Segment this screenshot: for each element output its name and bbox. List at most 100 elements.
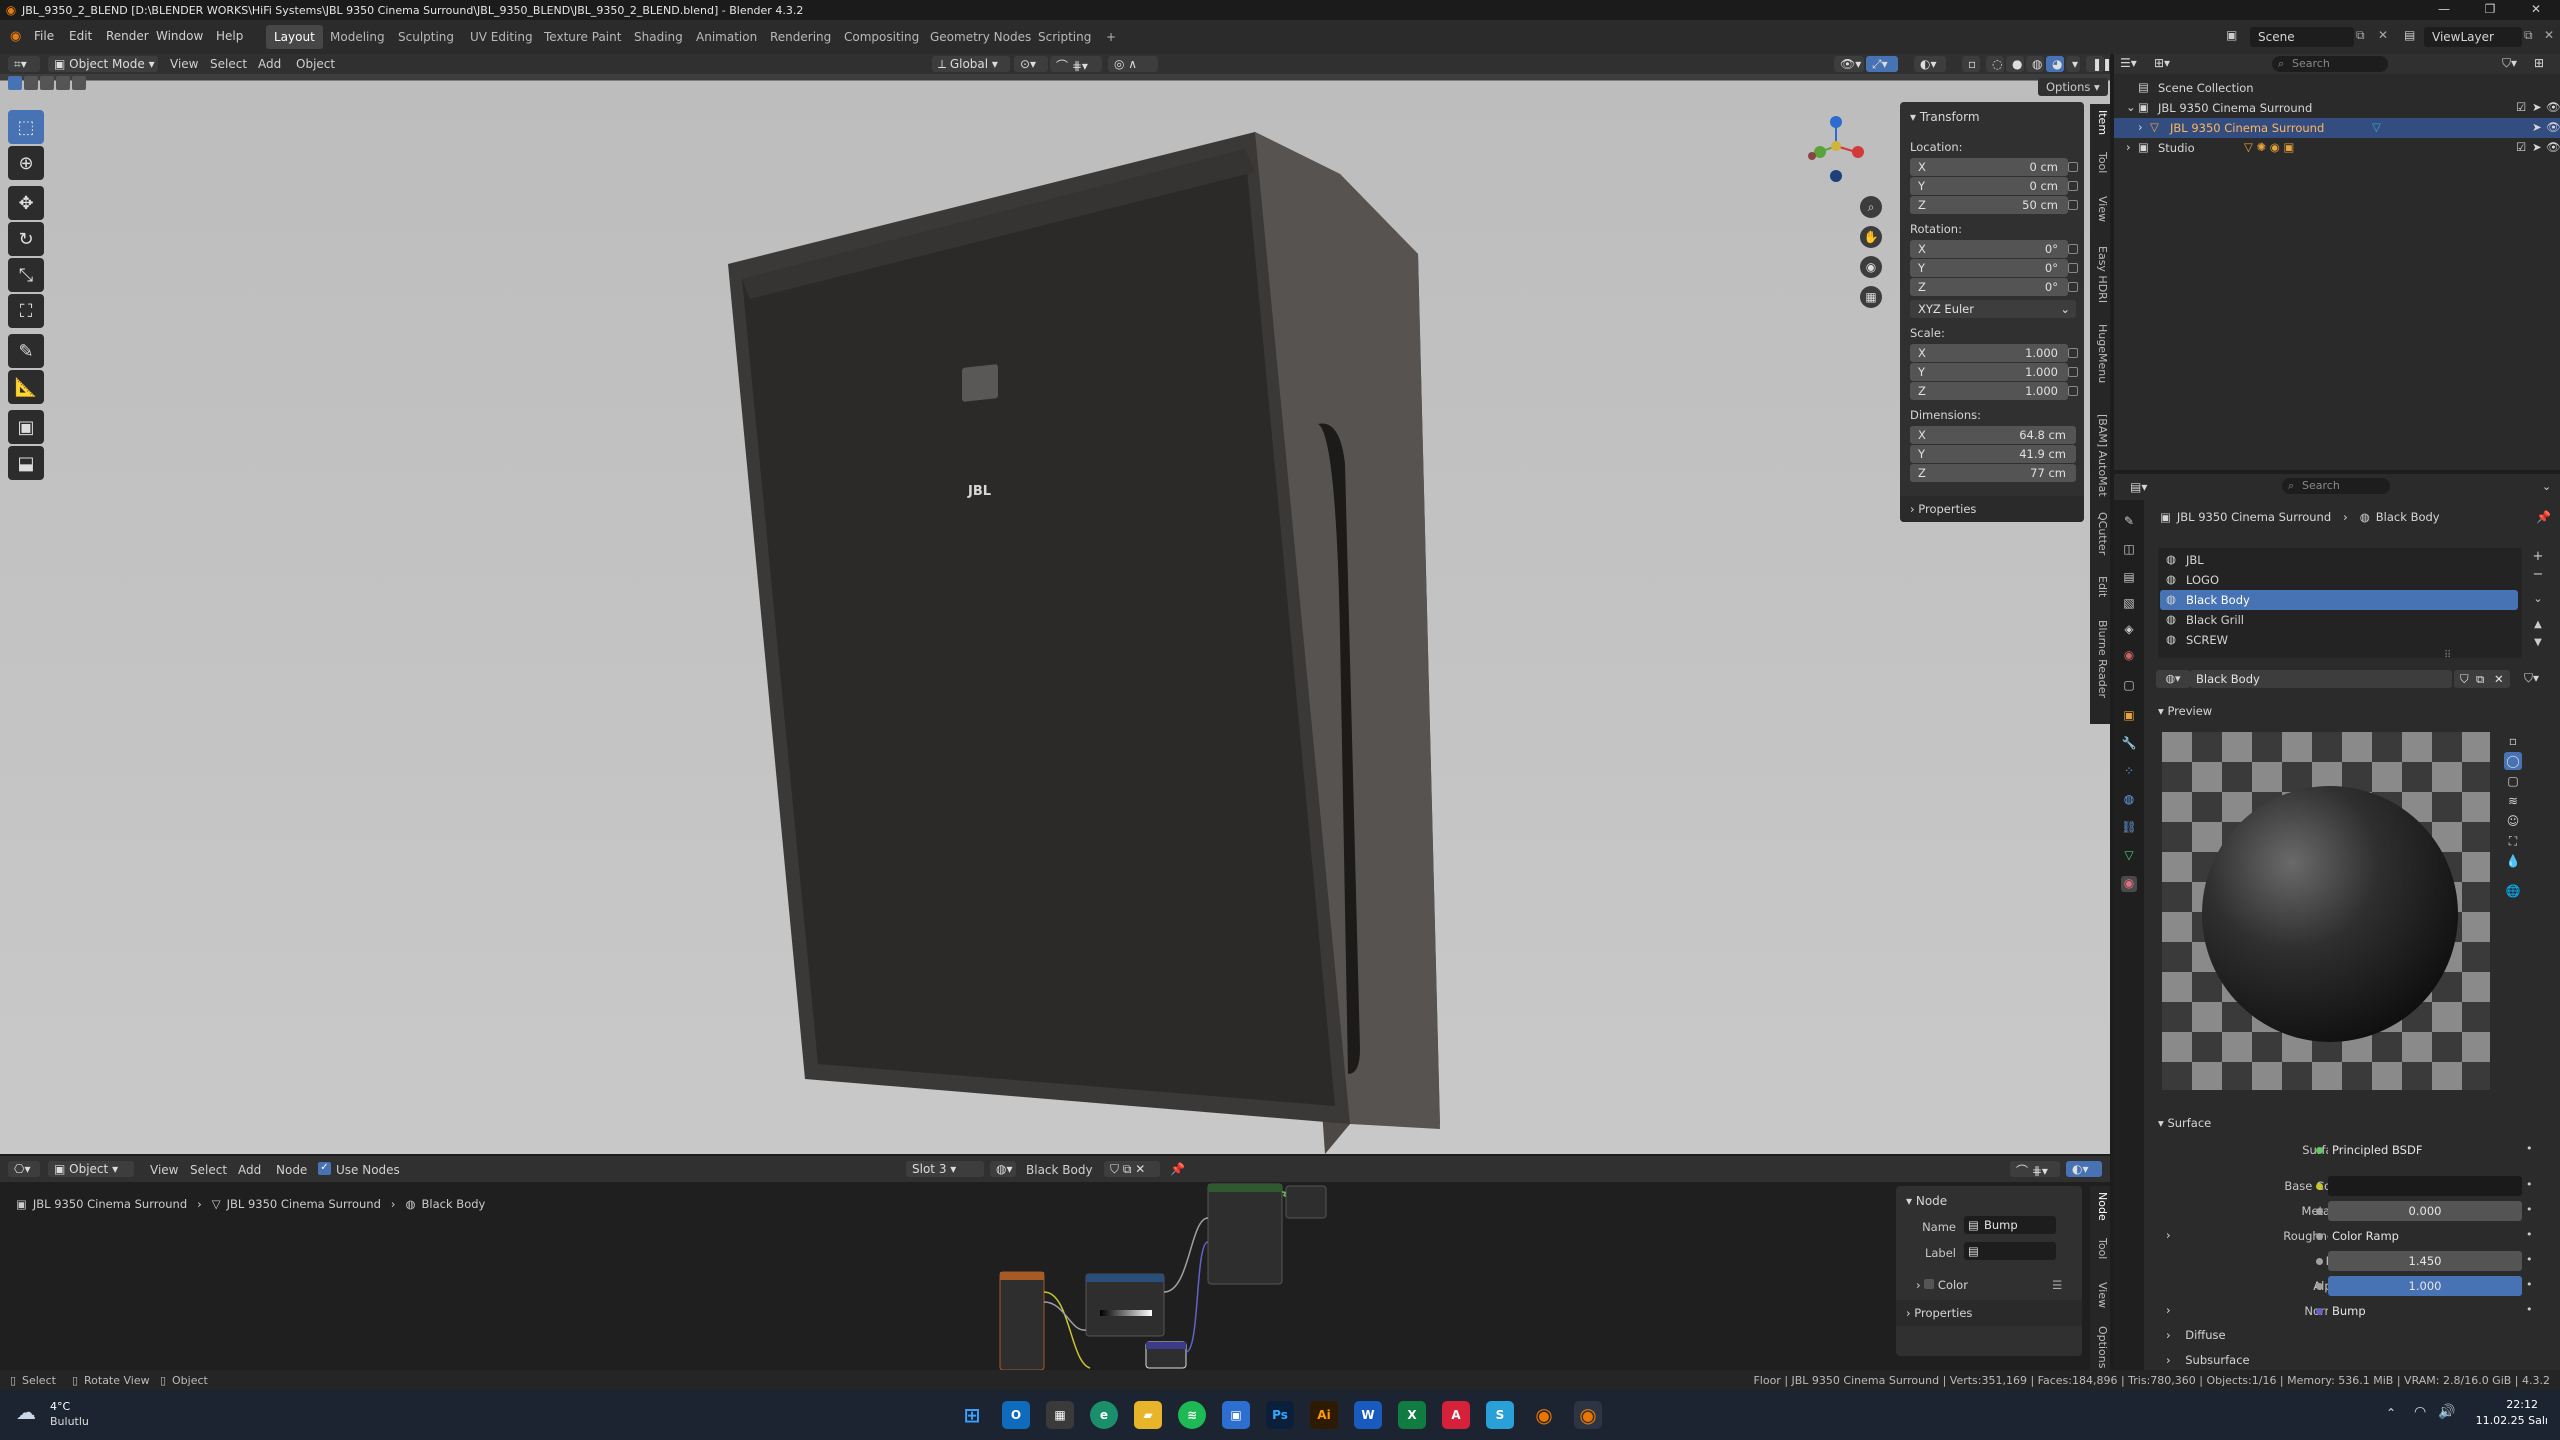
lock-icon[interactable] bbox=[2068, 386, 2078, 396]
tab-rendering[interactable]: Rendering bbox=[762, 25, 839, 49]
node-menu-add[interactable]: Add bbox=[238, 1163, 261, 1177]
select-intersect-icon[interactable] bbox=[72, 76, 86, 90]
lock-icon[interactable] bbox=[2068, 200, 2078, 210]
select-invert-icon[interactable] bbox=[56, 76, 70, 90]
material-slot[interactable]: ◍ LOGO bbox=[2160, 570, 2518, 590]
new-viewlayer-icon[interactable]: ⧉ bbox=[2524, 28, 2533, 43]
menu-select[interactable]: Select bbox=[210, 57, 247, 71]
shading-material-icon[interactable]: ◍ bbox=[2026, 56, 2044, 72]
socket-dot-icon[interactable] bbox=[2316, 1147, 2323, 1154]
outlook-icon[interactable]: O bbox=[1002, 1401, 1030, 1429]
dimension-x-field[interactable]: X 64.8 cm bbox=[1910, 426, 2076, 444]
outliner-type-icon[interactable]: ☰▾ bbox=[2120, 56, 2137, 70]
scene-tab-icon[interactable]: ◈ bbox=[2121, 622, 2137, 638]
scene-icon[interactable]: ▣ bbox=[2226, 28, 2244, 46]
socket-dot-icon[interactable] bbox=[2316, 1283, 2323, 1290]
unlink-icon[interactable]: ✕ bbox=[2494, 672, 2504, 686]
preview-cube-icon[interactable]: ▢ bbox=[2504, 772, 2522, 790]
outliner-row[interactable]: › ▣ Studio ▽ ✺ ◉ ▣ ☑ ➤ 👁 bbox=[2114, 138, 2560, 158]
minimize-button[interactable]: — bbox=[2424, 2, 2464, 18]
slot-dropdown[interactable]: Slot 3 ▾ bbox=[906, 1161, 984, 1177]
tab-blurne-reader[interactable]: Blurne Reader bbox=[2093, 620, 2109, 698]
wifi-icon[interactable]: ◠ bbox=[2414, 1404, 2426, 1420]
mode-selector[interactable]: ▣ Object Mode ▾ bbox=[48, 56, 158, 72]
breadcrumb-object[interactable]: JBL 9350 Cinema Surround bbox=[33, 1197, 187, 1211]
lock-icon[interactable] bbox=[2068, 162, 2078, 172]
tab-node-options[interactable]: Options bbox=[2093, 1326, 2109, 1368]
diffuse-subpanel[interactable]: › Diffuse bbox=[2166, 1328, 2226, 1342]
new-scene-icon[interactable]: ⧉ bbox=[2356, 28, 2365, 43]
chevron-down-icon[interactable]: ⌄ bbox=[2530, 590, 2546, 606]
preview-monkey-icon[interactable]: ☺ bbox=[2504, 812, 2522, 830]
add-primitive-tool[interactable]: ⬓ bbox=[8, 446, 44, 480]
pan-hand-icon[interactable]: ✋ bbox=[1860, 226, 1882, 248]
camera-view-icon[interactable]: ◉ bbox=[1860, 256, 1882, 278]
surface-field-surface[interactable]: Principled BSDF bbox=[2328, 1140, 2522, 1160]
volume-icon[interactable]: 🔊 bbox=[2438, 1404, 2455, 1420]
gizmo-icon[interactable]: ⤢▾ bbox=[1866, 56, 1898, 72]
navigation-gizmo[interactable] bbox=[1806, 104, 1866, 184]
surface-field-roughness[interactable]: Color Ramp bbox=[2328, 1226, 2522, 1246]
keyframe-dot-icon[interactable]: • bbox=[2526, 1203, 2533, 1216]
move-up-icon[interactable]: ▲ bbox=[2530, 616, 2546, 632]
checkbox-icon[interactable]: ☑ bbox=[2516, 100, 2526, 114]
material-tab-icon[interactable]: ◉ bbox=[2121, 876, 2137, 892]
shader-type-selector[interactable]: ▣ Object ▾ bbox=[48, 1161, 134, 1177]
select-set-icon[interactable] bbox=[8, 76, 22, 90]
tab-qcutter[interactable]: QCutter bbox=[2093, 512, 2109, 555]
outliner-row-selected[interactable]: › ▽ JBL 9350 Cinema Surround ▽ ➤ 👁 bbox=[2114, 118, 2560, 138]
rotation-mode-dropdown[interactable]: XYZ Euler ⌄ bbox=[1910, 300, 2076, 318]
proportional-edit-icon[interactable]: ◎ ∧ bbox=[1108, 56, 1158, 72]
visibility-icon[interactable]: 👁▾ bbox=[1834, 56, 1864, 72]
keyframe-dot-icon[interactable]: • bbox=[2526, 1278, 2533, 1291]
physics-tab-icon[interactable]: ◍ bbox=[2121, 792, 2137, 808]
menu-edit[interactable]: Edit bbox=[69, 29, 92, 43]
chevron-down-icon[interactable]: ⌄ bbox=[2542, 480, 2551, 493]
select-icon[interactable]: ➤ bbox=[2532, 140, 2542, 154]
tab-node-view[interactable]: View bbox=[2093, 1282, 2109, 1308]
world-tab-icon[interactable]: ◉ bbox=[2121, 648, 2137, 664]
scale-y-field[interactable]: Y 1.000 bbox=[1910, 363, 2068, 381]
node-overlays-icon[interactable]: ◐▾ bbox=[2066, 1161, 2102, 1177]
node-menu-view[interactable]: View bbox=[150, 1163, 178, 1177]
editor-type-icon[interactable]: ⌗▾ bbox=[8, 56, 40, 72]
socket-dot-icon[interactable] bbox=[2316, 1258, 2323, 1265]
rotation-y-field[interactable]: Y 0° bbox=[1910, 259, 2068, 277]
xray-icon[interactable]: ▫ bbox=[1962, 56, 1980, 72]
duplicate-icon[interactable]: ⧉ bbox=[2476, 672, 2484, 687]
tab-geometry-nodes[interactable]: Geometry Nodes bbox=[922, 25, 1039, 49]
3d-viewport[interactable]: JBL ⬚ ⊕ ✥ ↻ ⤡ ⛶ ✎ 📐 ▣ ⬓ ⌕ ✋ ◉ ▦ Options … bbox=[0, 74, 2110, 1154]
tab-shading[interactable]: Shading bbox=[626, 25, 691, 49]
socket-dot-icon[interactable] bbox=[2316, 1183, 2323, 1190]
eye-icon[interactable]: 👁 bbox=[2546, 140, 2560, 154]
lock-icon[interactable] bbox=[2068, 244, 2078, 254]
minus-icon[interactable]: − bbox=[2530, 566, 2546, 582]
select-icon[interactable]: ➤ bbox=[2532, 100, 2542, 114]
dimension-z-field[interactable]: Z 77 cm bbox=[1910, 464, 2076, 482]
lock-icon[interactable] bbox=[2068, 367, 2078, 377]
start-button[interactable]: ⊞ bbox=[958, 1401, 986, 1429]
edge-icon[interactable]: e bbox=[1090, 1401, 1118, 1429]
rotation-x-field[interactable]: X 0° bbox=[1910, 240, 2068, 258]
outliner-search-input[interactable]: ⌕ Search bbox=[2272, 56, 2388, 72]
eye-icon[interactable]: 👁 bbox=[2546, 100, 2560, 114]
preview-world-icon[interactable]: 🌐 bbox=[2504, 882, 2522, 900]
preview-hair-icon[interactable]: ≋ bbox=[2504, 792, 2522, 810]
surface-field-base-color[interactable] bbox=[2328, 1176, 2522, 1196]
select-subtract-icon[interactable] bbox=[40, 76, 54, 90]
node-material-name[interactable]: Black Body bbox=[1026, 1163, 1093, 1177]
viewlayer-icon[interactable]: ▤ bbox=[2404, 28, 2415, 42]
photoshop-icon[interactable]: Ps bbox=[1266, 1401, 1294, 1429]
socket-dot-icon[interactable] bbox=[2316, 1208, 2323, 1215]
keyframe-dot-icon[interactable]: • bbox=[2526, 1178, 2533, 1191]
tab-scripting[interactable]: Scripting bbox=[1030, 25, 1099, 49]
chevron-down-icon[interactable]: ⌄ bbox=[2126, 100, 2136, 114]
surface-field-metallic[interactable]: 0.000 bbox=[2328, 1201, 2522, 1221]
location-x-field[interactable]: X 0 cm bbox=[1910, 158, 2068, 176]
tab-uv-editing[interactable]: UV Editing bbox=[462, 25, 541, 49]
menu-help[interactable]: Help bbox=[216, 29, 243, 43]
transform-header[interactable]: ▾ Transform bbox=[1910, 110, 1980, 124]
location-y-field[interactable]: Y 0 cm bbox=[1910, 177, 2068, 195]
constraints-tab-icon[interactable]: ⛓ bbox=[2121, 820, 2137, 836]
blender-active-icon[interactable]: ◉ bbox=[1574, 1401, 1602, 1429]
